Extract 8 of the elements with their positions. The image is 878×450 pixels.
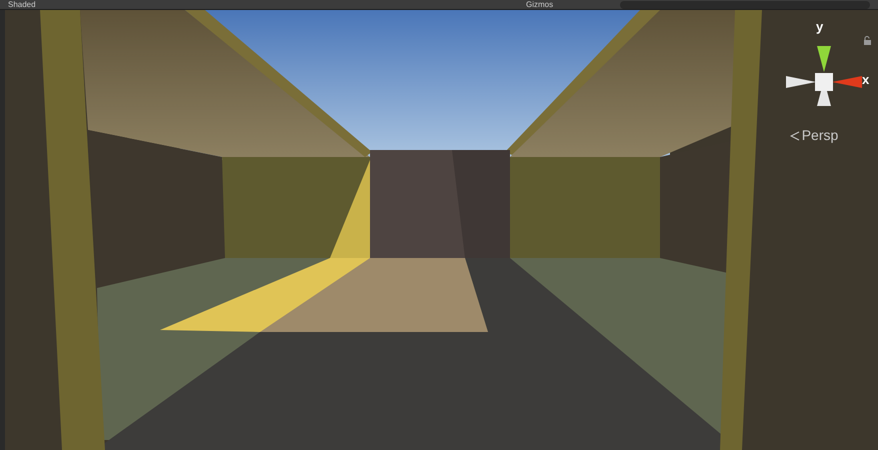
gizmos-dropdown[interactable]: Gizmos	[526, 0, 586, 8]
search-field[interactable]	[620, 0, 870, 8]
perspective-icon	[790, 130, 800, 140]
y-axis-label: y	[816, 20, 824, 34]
shading-mode-dropdown[interactable]: Shaded	[8, 0, 158, 8]
projection-label[interactable]: Persp	[802, 125, 838, 146]
x-axis-label: x	[862, 73, 870, 87]
lock-icon[interactable]	[863, 36, 872, 45]
